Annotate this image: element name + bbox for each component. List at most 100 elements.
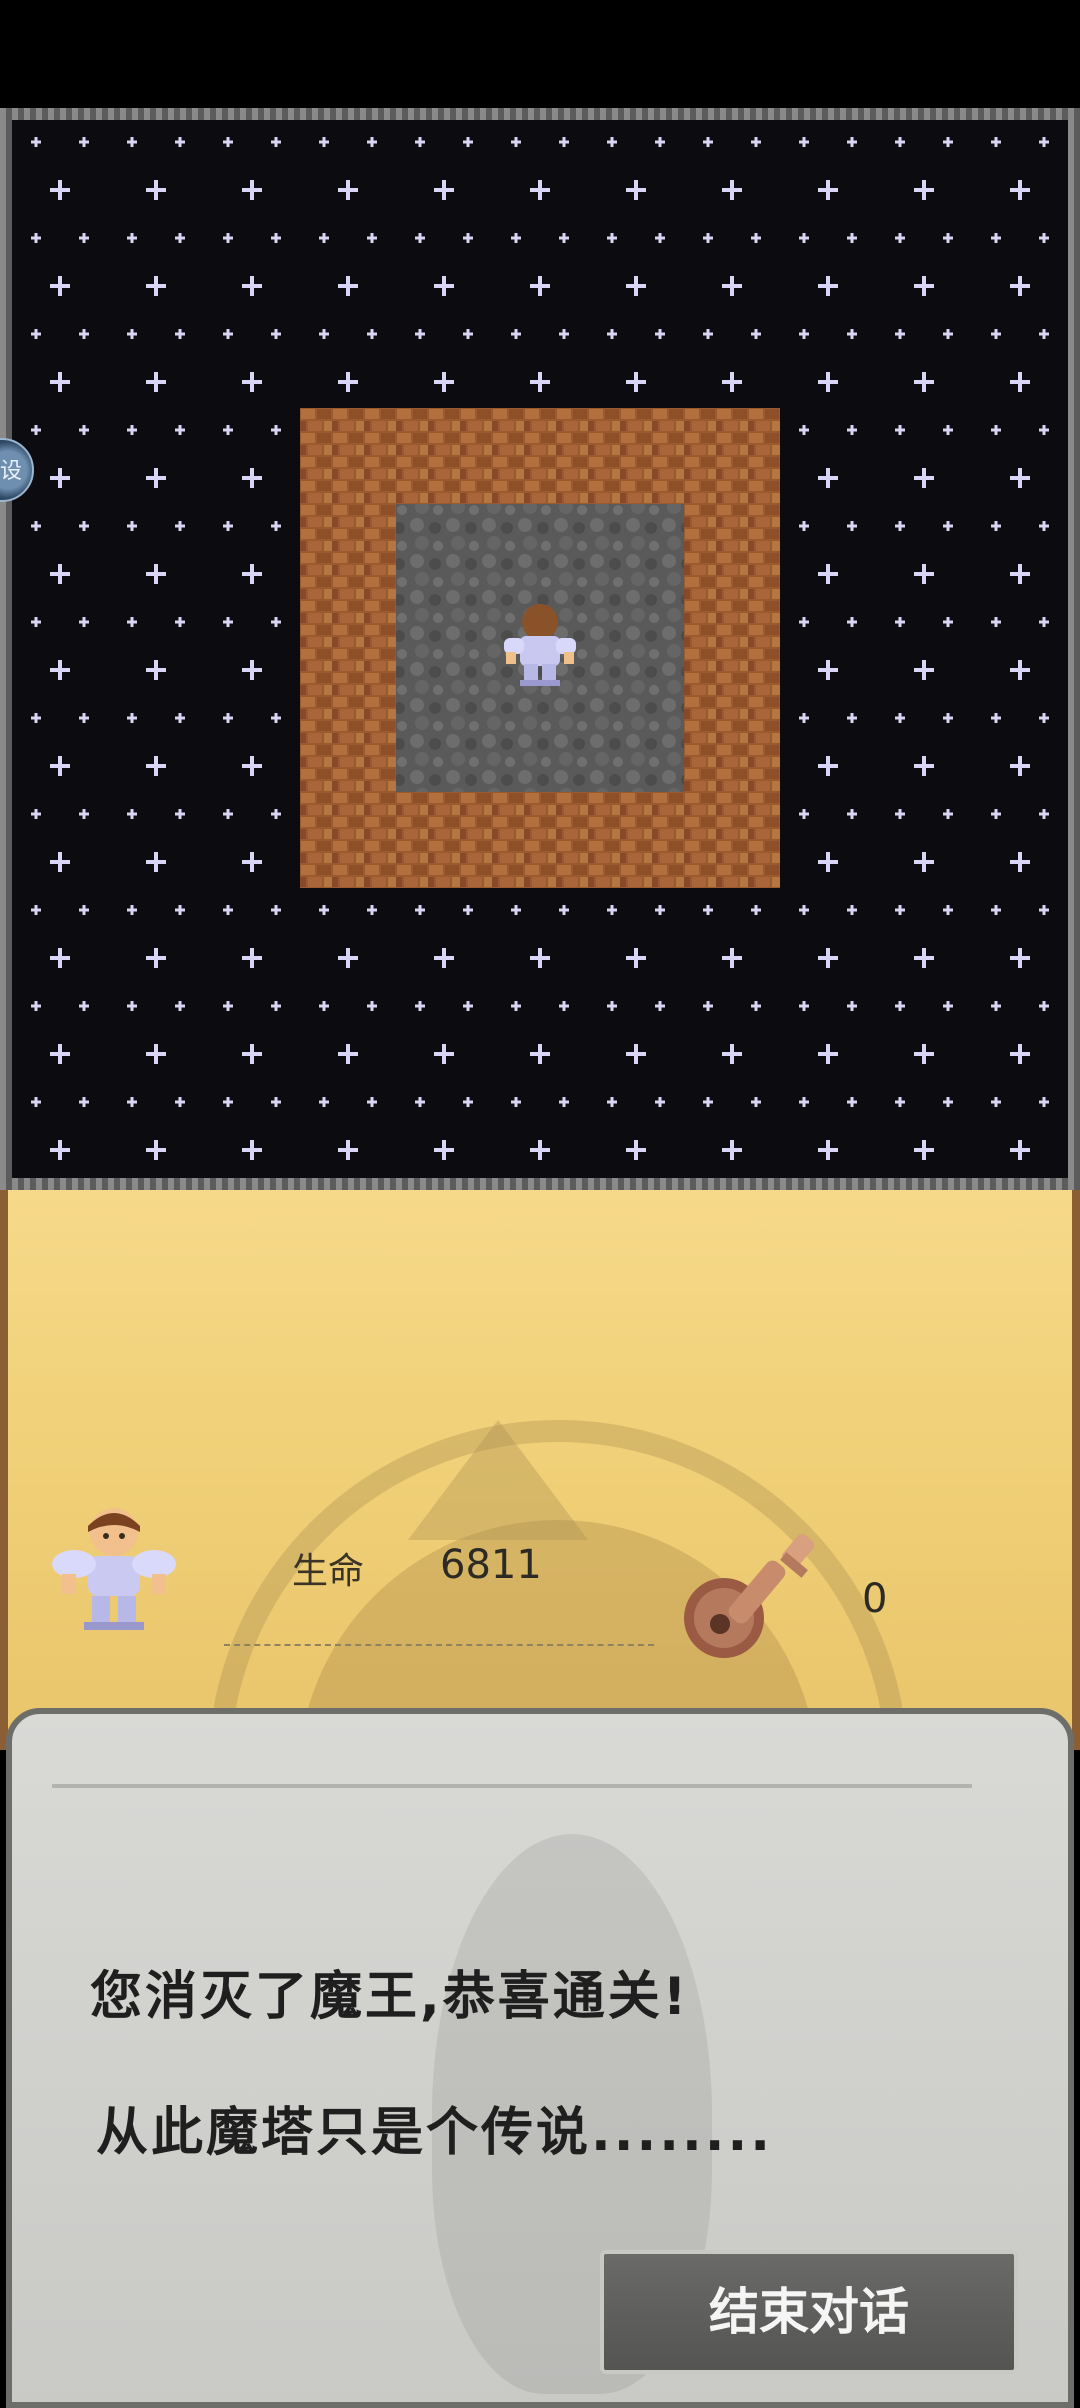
map-canvas (31, 137, 1049, 1160)
star-large (50, 660, 70, 680)
star-small (175, 713, 185, 723)
star-large (434, 276, 454, 296)
star-large (338, 276, 358, 296)
star-small (559, 905, 569, 915)
star-large (242, 276, 262, 296)
star-large (146, 1140, 166, 1160)
star-small (79, 329, 89, 339)
star-small (655, 329, 665, 339)
star-small (127, 425, 137, 435)
star-small (31, 233, 41, 243)
star-small (31, 425, 41, 435)
star-large (146, 660, 166, 680)
star-large (1010, 948, 1030, 968)
star-small (895, 521, 905, 531)
star-small (511, 905, 521, 915)
star-large (914, 1044, 934, 1064)
star-large (722, 372, 742, 392)
star-small (1039, 521, 1049, 531)
star-small (1039, 329, 1049, 339)
star-small (799, 1001, 809, 1011)
star-small (1039, 1001, 1049, 1011)
hp-label: 生命 (292, 1551, 365, 1592)
game-viewport[interactable] (12, 120, 1068, 1178)
star-small (943, 713, 953, 723)
emblem-triangle (408, 1420, 588, 1540)
star-large (50, 852, 70, 872)
end-dialog-button[interactable]: 结束对话 (600, 2250, 1018, 2374)
star-small (991, 233, 1001, 243)
status-bar (0, 0, 1080, 108)
star-small (175, 1097, 185, 1107)
star-small (271, 1097, 281, 1107)
star-small (751, 1001, 761, 1011)
star-small (271, 905, 281, 915)
star-large (50, 1140, 70, 1160)
star-small (367, 1097, 377, 1107)
star-small (223, 1001, 233, 1011)
star-small (175, 809, 185, 819)
star-small (799, 137, 809, 147)
star-small (895, 713, 905, 723)
star-large (1010, 372, 1030, 392)
star-small (415, 233, 425, 243)
star-small (223, 521, 233, 531)
star-small (1039, 425, 1049, 435)
key-count: 0 (862, 1576, 888, 1622)
star-large (242, 1044, 262, 1064)
star-small (319, 233, 329, 243)
star-small (895, 617, 905, 627)
star-small (655, 233, 665, 243)
star-small (31, 137, 41, 147)
star-small (79, 713, 89, 723)
star-small (1039, 809, 1049, 819)
star-large (530, 948, 550, 968)
star-small (943, 521, 953, 531)
star-small (847, 425, 857, 435)
star-small (31, 713, 41, 723)
star-small (559, 1097, 569, 1107)
star-small (799, 905, 809, 915)
star-small (271, 809, 281, 819)
star-large (146, 756, 166, 776)
star-small (31, 905, 41, 915)
star-small (751, 137, 761, 147)
star-large (626, 180, 646, 200)
star-small (463, 329, 473, 339)
star-small (991, 329, 1001, 339)
star-small (991, 905, 1001, 915)
star-large (818, 180, 838, 200)
star-large (146, 852, 166, 872)
star-small (127, 1001, 137, 1011)
star-small (943, 809, 953, 819)
star-large (338, 180, 358, 200)
star-large (1010, 1044, 1030, 1064)
star-large (722, 948, 742, 968)
star-small (607, 233, 617, 243)
star-large (434, 1140, 454, 1160)
star-small (751, 233, 761, 243)
star-small (367, 137, 377, 147)
star-small (223, 1097, 233, 1107)
star-small (271, 329, 281, 339)
stat-divider (224, 1644, 654, 1646)
star-small (607, 905, 617, 915)
star-large (914, 948, 934, 968)
star-large (242, 372, 262, 392)
star-small (847, 905, 857, 915)
star-small (127, 521, 137, 531)
star-small (319, 329, 329, 339)
star-large (146, 276, 166, 296)
star-small (703, 233, 713, 243)
star-small (943, 617, 953, 627)
star-small (1039, 713, 1049, 723)
star-small (607, 1001, 617, 1011)
star-small (895, 905, 905, 915)
star-small (463, 137, 473, 147)
star-large (242, 1140, 262, 1160)
star-small (127, 233, 137, 243)
star-small (799, 329, 809, 339)
star-small (175, 521, 185, 531)
star-small (655, 1097, 665, 1107)
star-large (530, 276, 550, 296)
